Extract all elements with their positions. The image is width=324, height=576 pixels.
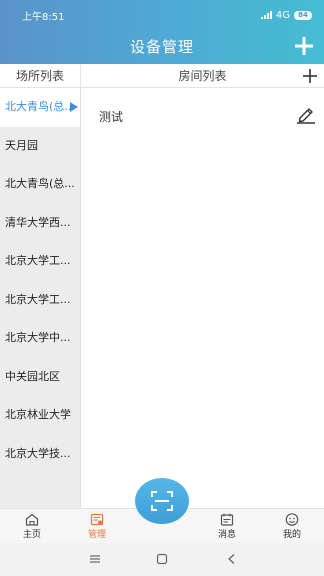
tab-manage[interactable]: 管理 (67, 509, 127, 544)
site-list-header: 场所列表 (0, 64, 81, 88)
site-item-label: 清华大学西... (5, 215, 71, 229)
tab-profile[interactable]: 我的 (262, 509, 322, 544)
site-item-label: 北京大学中... (5, 331, 71, 344)
site-item[interactable]: 中关园北区 (0, 358, 80, 397)
home-icon (25, 513, 39, 526)
system-navigation-bar (0, 543, 324, 576)
back-icon[interactable] (226, 553, 238, 565)
tab-home-label: 主页 (22, 530, 41, 540)
site-item-label: 中关园北区 (5, 369, 60, 383)
message-icon (220, 513, 234, 526)
status-bar: 上午8:51 4G 84 (0, 0, 324, 30)
selected-arrow-icon (70, 102, 78, 112)
tab-home[interactable]: 主页 (2, 509, 62, 544)
site-item-label: 北京大学工... (5, 292, 71, 306)
room-list: 测试 (81, 88, 324, 508)
profile-icon (285, 513, 299, 526)
site-item[interactable]: 北大青鸟(总... (0, 165, 80, 204)
add-device-button[interactable] (294, 36, 314, 56)
signal-icon (260, 11, 272, 19)
site-item[interactable]: 北京大学工... (0, 242, 80, 281)
battery-icon: 84 (294, 10, 312, 20)
scan-button[interactable] (135, 478, 189, 524)
app-header: 上午8:51 4G 84 设备管理 (0, 0, 324, 64)
site-item-label: 北京林业大学 (5, 408, 71, 421)
tab-manage-label: 管理 (87, 530, 106, 540)
site-item-label: 北大青鸟(总... (5, 100, 75, 113)
tab-messages[interactable]: 消息 (197, 509, 257, 544)
room-item[interactable]: 测试 (81, 96, 324, 134)
room-list-header: 房间列表 (178, 69, 227, 83)
page-title: 设备管理 (129, 38, 194, 56)
edit-room-button[interactable] (296, 106, 316, 124)
pencil-icon (297, 108, 315, 124)
manage-icon (90, 513, 104, 526)
network-label: 4G (275, 9, 290, 21)
tab-profile-label: 我的 (282, 530, 301, 540)
status-time: 上午8:51 (22, 11, 65, 23)
site-item-label: 北大青鸟(总... (5, 177, 75, 190)
site-item[interactable]: 北京大学技... (0, 435, 80, 474)
site-item[interactable]: 清华大学西... (0, 204, 80, 243)
site-item-label: 北京大学工... (5, 254, 71, 267)
site-list: 北大青鸟(总... 天月园 北大青鸟(总... 清华大学西... 北京大学工..… (0, 88, 81, 508)
site-item[interactable]: 北大青鸟(总... (0, 88, 80, 127)
site-item[interactable]: 北京大学工... (0, 281, 80, 320)
scan-icon (151, 491, 173, 511)
site-item[interactable]: 北京林业大学 (0, 396, 80, 435)
status-indicators: 4G 84 (260, 9, 312, 21)
site-item-label: 北京大学技... (5, 446, 71, 460)
room-name: 测试 (99, 110, 124, 124)
home-square-icon[interactable] (156, 553, 168, 565)
tab-messages-label: 消息 (217, 530, 236, 540)
site-item-label: 天月园 (5, 138, 38, 152)
add-room-button[interactable] (302, 68, 318, 84)
site-item[interactable]: 北京大学中... (0, 319, 80, 358)
site-item[interactable]: 天月园 (0, 127, 80, 166)
menu-icon[interactable] (89, 553, 101, 565)
column-headers: 场所列表 房间列表 (0, 64, 324, 88)
